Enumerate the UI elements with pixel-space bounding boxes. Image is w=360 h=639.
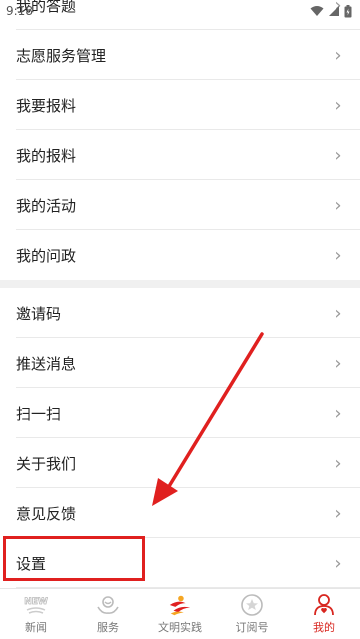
tab-label: 订阅号 — [235, 621, 269, 634]
chevron-right-icon: › — [334, 352, 342, 374]
tab-label: 服务 — [97, 621, 119, 634]
subscribe-icon — [239, 593, 265, 617]
menu-item-my-activities[interactable]: 我的活动 › — [0, 180, 360, 230]
battery-icon — [344, 4, 352, 17]
menu-item-scan[interactable]: 扫一扫 › — [0, 388, 360, 438]
chevron-right-icon: › — [334, 502, 342, 524]
menu-item-volunteer-management[interactable]: 志愿服务管理 › — [0, 30, 360, 80]
chevron-right-icon: › — [334, 94, 342, 116]
menu-item-label: 我的活动 — [16, 196, 77, 215]
section-divider — [0, 280, 360, 288]
tab-label: 文明实践 — [158, 621, 202, 634]
status-bar: 9:18 — [0, 0, 360, 22]
menu-item-label: 志愿服务管理 — [16, 46, 107, 65]
chevron-right-icon: › — [334, 194, 342, 216]
chevron-right-icon: › — [334, 44, 342, 66]
menu-item-invite-code[interactable]: 邀请码 › — [0, 288, 360, 338]
status-icons — [310, 4, 352, 18]
chevron-right-icon: › — [334, 144, 342, 166]
menu-item-label: 设置 — [16, 554, 47, 573]
bottom-tab-bar: NEW 新闻 服务 文明实践 订阅号 我的 — [0, 588, 360, 639]
chevron-right-icon: › — [334, 452, 342, 474]
menu-item-label: 扫一扫 — [16, 404, 62, 423]
menu-item-label: 我要报料 — [16, 96, 77, 115]
tab-service[interactable]: 服务 — [72, 589, 144, 639]
menu-item-label: 我的报料 — [16, 146, 77, 165]
menu-item-about-us[interactable]: 关于我们 › — [0, 438, 360, 488]
menu-item-settings[interactable]: 设置 › — [0, 538, 360, 588]
tab-label: 我的 — [313, 621, 335, 634]
status-time: 9:18 — [6, 4, 33, 18]
wifi-icon — [310, 6, 324, 16]
civilization-icon — [167, 593, 193, 617]
tab-profile[interactable]: 我的 — [288, 589, 360, 639]
profile-icon — [311, 593, 337, 617]
svg-text:NEW: NEW — [24, 597, 48, 607]
tab-subscriptions[interactable]: 订阅号 — [216, 589, 288, 639]
tab-label: 新闻 — [25, 621, 47, 634]
menu-item-label: 意见反馈 — [16, 504, 77, 523]
menu-item-my-inquiries[interactable]: 我的问政 › — [0, 230, 360, 280]
chevron-right-icon: › — [334, 244, 342, 266]
menu-item-my-tips[interactable]: 我的报料 › — [0, 130, 360, 180]
menu-item-feedback[interactable]: 意见反馈 › — [0, 488, 360, 538]
service-icon — [95, 593, 121, 617]
signal-icon — [329, 6, 339, 16]
menu-list: 我的答题 › 志愿服务管理 › 我要报料 › 我的报料 › 我的活动 › 我的问… — [0, 0, 360, 588]
chevron-right-icon: › — [334, 302, 342, 324]
menu-item-label: 我的问政 — [16, 246, 77, 265]
menu-item-submit-tip[interactable]: 我要报料 › — [0, 80, 360, 130]
chevron-right-icon: › — [334, 552, 342, 574]
menu-item-label: 关于我们 — [16, 454, 77, 473]
chevron-right-icon: › — [334, 402, 342, 424]
new-icon: NEW — [23, 593, 49, 617]
tab-civilization-practice[interactable]: 文明实践 — [144, 589, 216, 639]
menu-item-push-messages[interactable]: 推送消息 › — [0, 338, 360, 388]
menu-item-label: 邀请码 — [16, 304, 62, 323]
menu-item-label: 推送消息 — [16, 354, 77, 373]
tab-news[interactable]: NEW 新闻 — [0, 589, 72, 639]
